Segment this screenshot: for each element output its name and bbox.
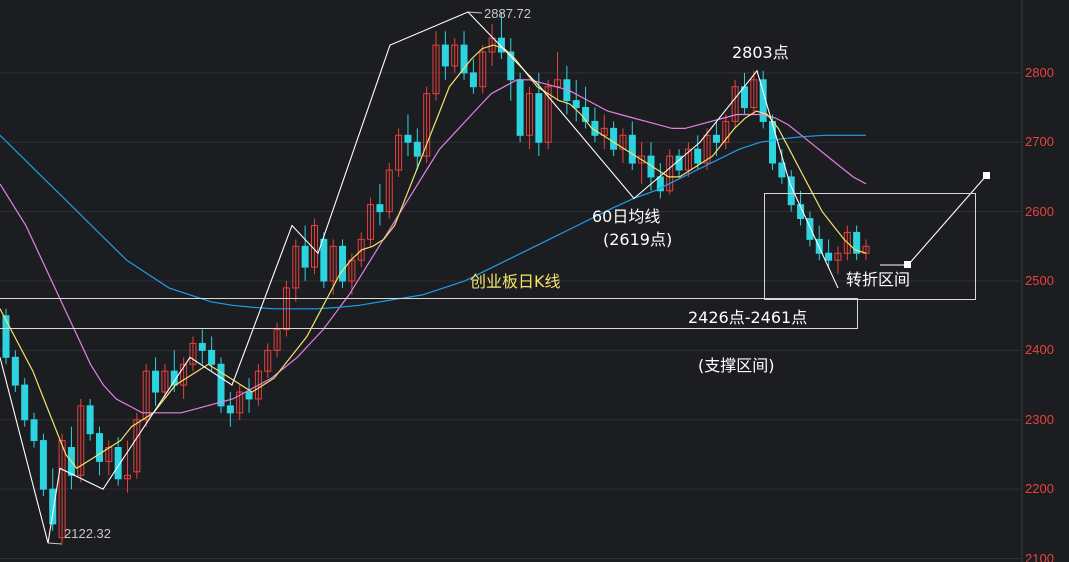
- candle-body: [535, 93, 543, 143]
- candle-body: [469, 72, 477, 88]
- y-tick-label: 2800: [1025, 64, 1054, 80]
- candle-body: [11, 356, 19, 386]
- turn-zone-box: [764, 193, 976, 300]
- ma10-line: [0, 44, 867, 470]
- candle-body: [21, 384, 29, 421]
- peak-high-value: 2887.72: [484, 6, 531, 21]
- low-label: 2122.32: [64, 526, 111, 541]
- candle-body: [49, 488, 57, 525]
- wave-line: [0, 11, 839, 544]
- candle-body: [320, 238, 328, 282]
- candle-body: [39, 440, 47, 490]
- y-tick-label: 2600: [1025, 203, 1054, 219]
- candle-body: [30, 419, 38, 442]
- low-pointer: [47, 542, 63, 545]
- forecast-end-marker: [983, 172, 990, 179]
- chart-title: 创业板日K线: [470, 272, 561, 291]
- peak-high-label: 2887.72: [484, 6, 531, 21]
- candle-body: [628, 134, 636, 164]
- peak-high-pointer: [467, 11, 483, 14]
- candle-body: [582, 107, 590, 122]
- candle-body: [339, 245, 347, 282]
- y-tick-label: 2300: [1025, 411, 1054, 427]
- ma60-label: 60日均线: [592, 207, 661, 226]
- support-band-top: [0, 298, 858, 329]
- candle-body: [404, 134, 412, 143]
- candle-body: [152, 370, 160, 393]
- ma60-value: (2619点): [603, 230, 673, 249]
- chart-stage: { "chart_data": { "type": "candlestick",…: [0, 0, 1069, 562]
- ma60-line: [0, 134, 866, 310]
- y-tick-label: 2400: [1025, 342, 1054, 358]
- y-tick-label: 2100: [1025, 550, 1054, 562]
- candle-body: [95, 433, 103, 462]
- candle-body: [769, 120, 777, 164]
- candle-body: [376, 204, 384, 213]
- candle-body: [86, 405, 94, 435]
- peak2-label: 2803点: [732, 43, 789, 62]
- candle-body: [245, 391, 253, 400]
- candle-body: [516, 79, 524, 136]
- candle-body: [694, 148, 702, 164]
- y-tick-label: 2700: [1025, 134, 1054, 150]
- candle-body: [441, 44, 449, 67]
- candle-body: [208, 349, 216, 365]
- support-zone-label: (支撑区间): [698, 356, 775, 375]
- candle-body: [413, 141, 421, 157]
- y-tick-label: 2500: [1025, 273, 1054, 288]
- candle-body: [226, 405, 234, 414]
- candle-body: [198, 342, 206, 351]
- y-tick-label: 2200: [1025, 481, 1054, 497]
- candle-body: [572, 100, 580, 109]
- low-value: 2122.32: [64, 526, 111, 541]
- candle-body: [712, 134, 720, 143]
- candle-body: [301, 245, 309, 268]
- candle-body: [610, 127, 618, 150]
